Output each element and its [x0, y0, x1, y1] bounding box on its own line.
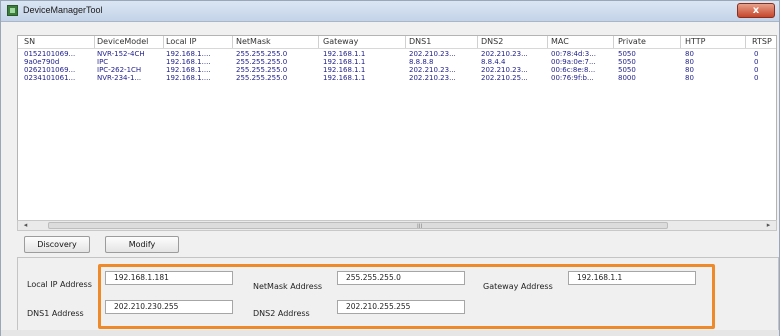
- close-button[interactable]: x: [737, 3, 775, 18]
- discovery-button[interactable]: Discovery: [24, 236, 90, 253]
- column-separator[interactable]: [745, 36, 746, 48]
- table-cell: 192.168.1.1: [323, 74, 366, 82]
- column-separator[interactable]: [318, 36, 319, 48]
- table-cell: IPC: [97, 58, 109, 66]
- column-separator[interactable]: [547, 36, 548, 48]
- table-cell: 8.8.4.4: [481, 58, 506, 66]
- dns1-label: DNS1 Address: [27, 309, 84, 318]
- table-cell: 5050: [618, 50, 636, 58]
- column-header-rtsp[interactable]: RTSP: [752, 37, 776, 46]
- modify-button[interactable]: Modify: [105, 236, 179, 253]
- title-bar[interactable]: DeviceManagerTool x: [1, 1, 779, 22]
- column-header-mac[interactable]: MAC: [551, 37, 613, 46]
- netmask-label: NetMask Address: [253, 282, 323, 291]
- table-cell: 202.210.25...: [481, 74, 528, 82]
- table-cell: 80: [685, 74, 694, 82]
- table-cell: 0: [754, 66, 759, 74]
- table-cell: 202.210.23...: [481, 50, 528, 58]
- list-header: SN DeviceModel Local IP NetMask Gateway …: [18, 36, 776, 49]
- table-cell: 00:76:9f:b...: [551, 74, 594, 82]
- table-cell: 192.168.1....: [166, 50, 211, 58]
- table-cell: 192.168.1.1: [323, 66, 366, 74]
- table-cell: 80: [685, 50, 694, 58]
- local-ip-field[interactable]: 192.168.1.181: [105, 271, 233, 285]
- table-cell: 192.168.1....: [166, 58, 211, 66]
- column-header-devicemodel[interactable]: DeviceModel: [97, 37, 163, 46]
- local-ip-label: Local IP Address: [27, 280, 92, 289]
- table-cell: 5050: [618, 66, 636, 74]
- table-cell: 0234101061...: [24, 74, 76, 82]
- table-row[interactable]: 0234101061... NVR-234-1... 192.168.1....…: [18, 74, 776, 82]
- column-header-gateway[interactable]: Gateway: [323, 37, 405, 46]
- table-cell: 80: [685, 58, 694, 66]
- column-separator[interactable]: [477, 36, 478, 48]
- window-title: DeviceManagerTool: [23, 5, 103, 15]
- table-cell: 00:78:4d:3...: [551, 50, 596, 58]
- column-header-local-ip[interactable]: Local IP: [166, 37, 232, 46]
- table-cell: 0: [754, 74, 759, 82]
- table-cell: 255.255.255.0: [236, 50, 288, 58]
- column-separator[interactable]: [613, 36, 614, 48]
- table-row[interactable]: 0262101069... IPC-262-1CH 192.168.1.... …: [18, 66, 776, 74]
- column-separator[interactable]: [94, 36, 95, 48]
- column-separator[interactable]: [232, 36, 233, 48]
- table-cell: 192.168.1....: [166, 66, 211, 74]
- gateway-field[interactable]: 192.168.1.1: [568, 271, 696, 285]
- column-header-netmask[interactable]: NetMask: [236, 37, 318, 46]
- scroll-left-icon[interactable]: ◂: [20, 221, 31, 230]
- table-cell: 192.168.1....: [166, 74, 211, 82]
- table-row[interactable]: 9a0e790d IPC 192.168.1.... 255.255.255.0…: [18, 58, 776, 66]
- table-cell: 00:9a:0e:7...: [551, 58, 596, 66]
- app-icon: [7, 5, 18, 16]
- column-separator[interactable]: [405, 36, 406, 48]
- scroll-thumb[interactable]: III: [48, 222, 668, 230]
- table-cell: 192.168.1.1: [323, 50, 366, 58]
- dns2-field[interactable]: 202.210.255.255: [337, 300, 465, 314]
- status-strip: [1, 330, 779, 336]
- horizontal-scrollbar[interactable]: ◂ III ▸: [17, 220, 777, 231]
- table-row[interactable]: 0152101069... NVR-152-4CH 192.168.1.... …: [18, 50, 776, 58]
- table-cell: 8000: [618, 74, 636, 82]
- table-cell: 202.210.23...: [409, 50, 456, 58]
- device-list[interactable]: SN DeviceModel Local IP NetMask Gateway …: [17, 35, 777, 231]
- dns1-field[interactable]: 202.210.230.255: [105, 300, 233, 314]
- table-cell: 255.255.255.0: [236, 74, 288, 82]
- table-cell: 255.255.255.0: [236, 58, 288, 66]
- table-cell: NVR-234-1...: [97, 74, 142, 82]
- table-cell: 00:6c:8e:8...: [551, 66, 596, 74]
- column-header-http[interactable]: HTTP: [685, 37, 745, 46]
- grip-icon: III: [417, 223, 423, 230]
- table-cell: 5050: [618, 58, 636, 66]
- table-cell: 0: [754, 50, 759, 58]
- column-separator[interactable]: [680, 36, 681, 48]
- table-cell: 202.210.23...: [409, 66, 456, 74]
- table-cell: 0262101069...: [24, 66, 76, 74]
- table-cell: 8.8.8.8: [409, 58, 434, 66]
- column-header-dns1[interactable]: DNS1: [409, 37, 477, 46]
- table-cell: 0152101069...: [24, 50, 76, 58]
- table-cell: 0: [754, 58, 759, 66]
- table-cell: 255.255.255.0: [236, 66, 288, 74]
- column-header-dns2[interactable]: DNS2: [481, 37, 547, 46]
- netmask-field[interactable]: 255.255.255.0: [337, 271, 465, 285]
- table-cell: 80: [685, 66, 694, 74]
- table-cell: IPC-262-1CH: [97, 66, 142, 74]
- dns2-label: DNS2 Address: [253, 309, 310, 318]
- table-cell: 202.210.23...: [409, 74, 456, 82]
- scroll-right-icon[interactable]: ▸: [763, 221, 774, 230]
- table-cell: NVR-152-4CH: [97, 50, 145, 58]
- column-header-sn[interactable]: SN: [24, 37, 94, 46]
- device-manager-window: DeviceManagerTool x SN DeviceModel Local…: [0, 0, 780, 336]
- table-cell: 9a0e790d: [24, 58, 60, 66]
- gateway-label: Gateway Address: [483, 282, 553, 291]
- table-cell: 192.168.1.1: [323, 58, 366, 66]
- column-separator[interactable]: [163, 36, 164, 48]
- column-header-private[interactable]: Private: [618, 37, 680, 46]
- table-cell: 202.210.23...: [481, 66, 528, 74]
